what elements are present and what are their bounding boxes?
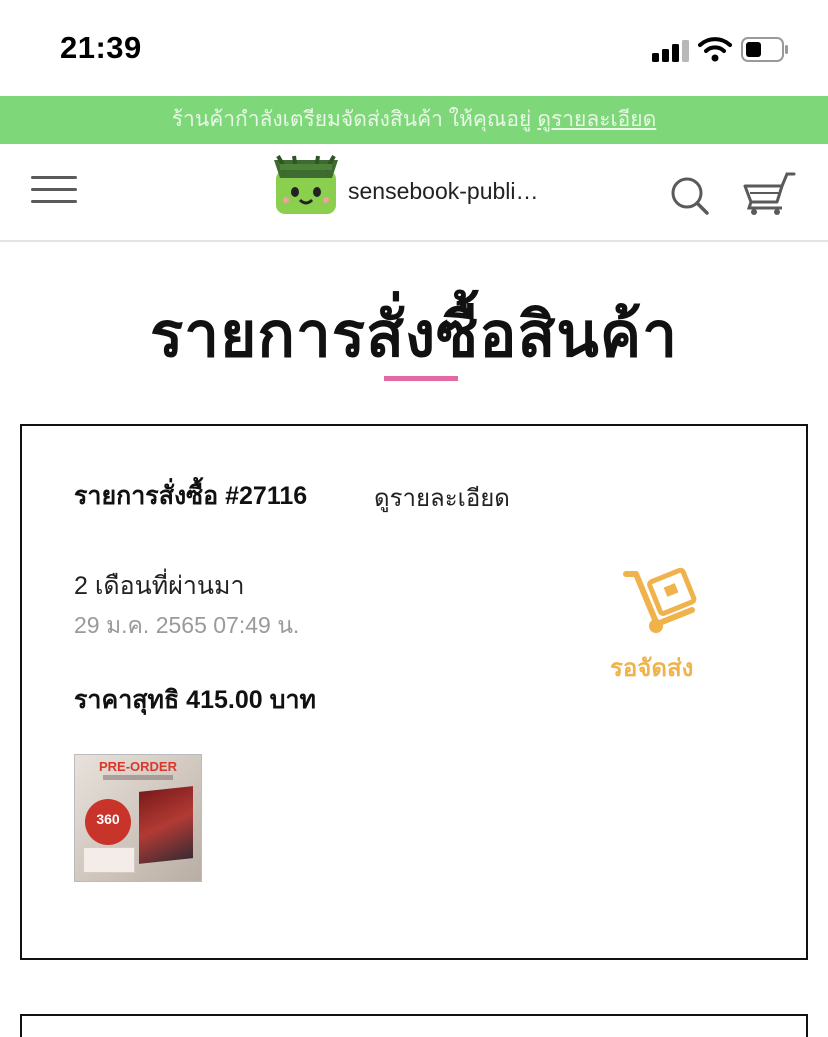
shop-name[interactable]: sensebook-publi…	[348, 178, 539, 205]
battery-icon	[741, 37, 788, 62]
cart-icon[interactable]	[742, 170, 796, 216]
thumbnail-price: 360	[96, 811, 120, 827]
status-bar: 21:39	[0, 0, 828, 96]
cellular-signal-icon	[652, 40, 690, 62]
banner-text: ร้านค้ากำลังเตรียมจัดส่งสินค้า ให้คุณอยู…	[171, 108, 532, 131]
banner-details-link[interactable]: ดูรายละเอียด	[537, 108, 656, 131]
next-order-card[interactable]	[20, 1014, 808, 1037]
order-total: ราคาสุทธิ 415.00 บาท	[74, 686, 316, 714]
order-date: 29 ม.ค. 2565 07:49 น.	[74, 612, 300, 638]
hand-truck-box-icon	[623, 567, 697, 633]
search-icon[interactable]	[670, 176, 710, 216]
order-number: รายการสั่งซื้อ #27116	[74, 482, 308, 510]
order-card[interactable]: รายการสั่งซื้อ #27116 ดูรายละเอียด 2 เดื…	[20, 424, 808, 960]
top-navbar: sensebook-publi…	[0, 144, 828, 242]
order-details-link[interactable]: ดูรายละเอียด	[374, 478, 510, 517]
order-relative-time: 2 เดือนที่ผ่านมา	[74, 572, 245, 600]
product-thumbnail[interactable]: PRE-ORDER 360	[74, 754, 202, 882]
hamburger-menu-icon[interactable]	[31, 176, 77, 204]
thumbnail-preorder-badge: PRE-ORDER	[98, 759, 177, 774]
thumbnail-postcards	[83, 847, 135, 873]
status-time: 21:39	[60, 30, 142, 65]
shipping-notice-banner: ร้านค้ากำลังเตรียมจัดส่งสินค้า ให้คุณอยู…	[0, 96, 828, 144]
thumbnail-book-cover	[139, 786, 193, 864]
wifi-icon	[698, 37, 732, 62]
page-title: รายการสั่งซื้อสินค้า	[149, 301, 679, 370]
thumbnail-subtitle-bar	[103, 775, 173, 780]
order-status: รอจัดส่ง	[610, 655, 694, 682]
shop-logo[interactable]	[274, 154, 338, 216]
title-underline	[384, 376, 458, 381]
